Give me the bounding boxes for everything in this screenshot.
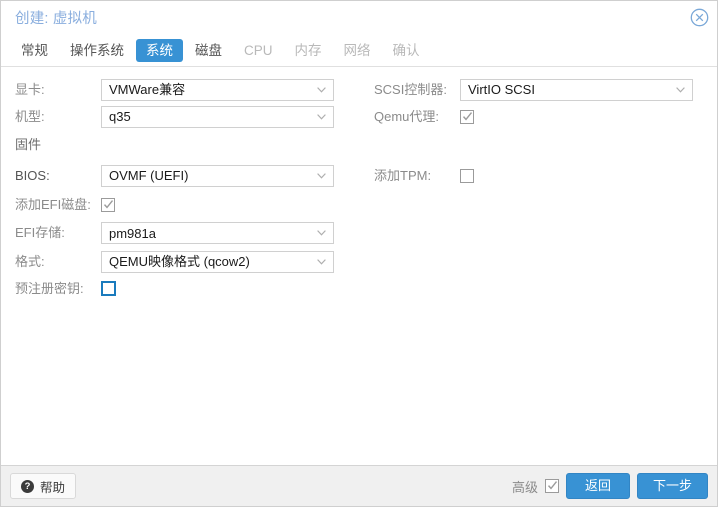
tab-disks[interactable]: 磁盘 bbox=[185, 39, 232, 62]
add-tpm-label: 添加TPM: bbox=[374, 167, 432, 183]
tab-confirm: 确认 bbox=[392, 42, 420, 58]
graphic-card-value: VMWare兼容 bbox=[109, 82, 186, 97]
chevron-down-icon bbox=[317, 258, 326, 265]
field-row-pre-enroll-keys: 预注册密钥: bbox=[1, 275, 360, 302]
firmware-section-row: 固件 bbox=[1, 130, 360, 160]
spacer-row bbox=[360, 130, 717, 160]
field-row-format: 格式: QEMU映像格式 (qcow2) bbox=[1, 248, 360, 275]
qemu-agent-checkbox[interactable] bbox=[460, 109, 474, 124]
add-efi-disk-label: 添加EFI磁盘: bbox=[15, 196, 91, 212]
field-row-efi-storage: EFI存储: pm981a bbox=[1, 218, 360, 248]
machine-select[interactable]: q35 bbox=[101, 105, 334, 128]
close-icon[interactable] bbox=[690, 8, 709, 27]
machine-label: 机型: bbox=[15, 108, 45, 124]
check-icon bbox=[547, 480, 558, 491]
field-row-qemu-agent: Qemu代理: bbox=[360, 103, 717, 130]
help-button[interactable]: ? 帮助 bbox=[10, 473, 77, 499]
next-button[interactable]: 下一步 bbox=[636, 473, 708, 499]
check-icon bbox=[462, 111, 473, 122]
advanced-label: 高级 bbox=[511, 479, 538, 495]
chevron-down-icon bbox=[317, 172, 326, 179]
advanced-checkbox[interactable] bbox=[544, 479, 559, 493]
field-row-machine: 机型: q35 bbox=[1, 103, 360, 130]
bios-label: BIOS: bbox=[15, 167, 50, 183]
footer-actions: 高级 返回 下一步 bbox=[512, 473, 708, 499]
add-tpm-checkbox[interactable] bbox=[460, 168, 474, 183]
scsi-controller-value: VirtIO SCSI bbox=[468, 82, 535, 97]
qemu-agent-label: Qemu代理: bbox=[374, 108, 440, 124]
chevron-down-icon bbox=[317, 230, 326, 236]
efi-storage-value: pm981a bbox=[109, 225, 156, 241]
scsi-controller-label: SCSI控制器: bbox=[374, 81, 447, 97]
help-button-label: 帮助 bbox=[40, 480, 66, 495]
add-efi-disk-checkbox[interactable] bbox=[101, 197, 115, 212]
tab-os[interactable]: 操作系统 bbox=[60, 39, 134, 62]
field-row-bios: BIOS: OVMF (UEFI) bbox=[1, 160, 360, 191]
efi-storage-label: EFI存储: bbox=[15, 225, 65, 240]
chevron-down-icon bbox=[317, 113, 326, 120]
form-column-left: 显卡: VMWare兼容 机型: q35 固件 BIOS: OVMF (UEFI… bbox=[1, 67, 360, 302]
machine-value: q35 bbox=[109, 109, 131, 124]
create-vm-dialog: 创建: 虚拟机 常规 操作系统 系统 磁盘 CPU 内存 网络 确认 显卡: V… bbox=[0, 0, 718, 507]
question-mark-icon: ? bbox=[21, 479, 34, 493]
page-title: 创建: 虚拟机 bbox=[15, 11, 97, 27]
scsi-controller-select[interactable]: VirtIO SCSI bbox=[460, 78, 693, 101]
chevron-down-icon bbox=[676, 86, 685, 93]
dialog-footer: ? 帮助 高级 返回 下一步 bbox=[1, 465, 717, 506]
back-button[interactable]: 返回 bbox=[565, 473, 630, 499]
format-select[interactable]: QEMU映像格式 (qcow2) bbox=[101, 250, 334, 273]
dialog-titlebar: 创建: 虚拟机 bbox=[1, 1, 717, 34]
system-form: 显卡: VMWare兼容 机型: q35 固件 BIOS: OVMF (UEFI… bbox=[1, 67, 717, 465]
graphic-card-select[interactable]: VMWare兼容 bbox=[101, 78, 334, 101]
firmware-section-header: 固件 bbox=[15, 137, 42, 152]
field-row-scsi-controller: SCSI控制器: VirtIO SCSI bbox=[360, 76, 717, 103]
format-label: 格式: bbox=[15, 253, 45, 269]
efi-storage-select[interactable]: pm981a bbox=[101, 222, 334, 244]
tab-system[interactable]: 系统 bbox=[136, 38, 183, 62]
field-row-graphic-card: 显卡: VMWare兼容 bbox=[1, 76, 360, 103]
chevron-down-icon bbox=[317, 86, 326, 93]
tab-memory: 内存 bbox=[294, 42, 322, 58]
graphic-card-label: 显卡: bbox=[15, 81, 45, 97]
format-value: QEMU映像格式 (qcow2) bbox=[109, 254, 250, 269]
pre-enroll-keys-checkbox[interactable] bbox=[101, 281, 116, 296]
check-icon bbox=[103, 199, 114, 210]
wizard-tabs: 常规 操作系统 系统 磁盘 CPU 内存 网络 确认 bbox=[1, 34, 717, 67]
tab-network: 网络 bbox=[343, 42, 371, 58]
bios-select[interactable]: OVMF (UEFI) bbox=[101, 164, 334, 187]
bios-value: OVMF (UEFI) bbox=[109, 168, 189, 183]
field-row-add-tpm: 添加TPM: bbox=[360, 160, 717, 191]
tab-cpu: CPU bbox=[244, 42, 273, 58]
form-column-right: SCSI控制器: VirtIO SCSI Qemu代理: 添加TPM: bbox=[360, 67, 717, 191]
field-row-add-efi-disk: 添加EFI磁盘: bbox=[1, 191, 360, 218]
tab-general[interactable]: 常规 bbox=[11, 39, 58, 62]
pre-enroll-keys-label: 预注册密钥: bbox=[15, 280, 84, 296]
